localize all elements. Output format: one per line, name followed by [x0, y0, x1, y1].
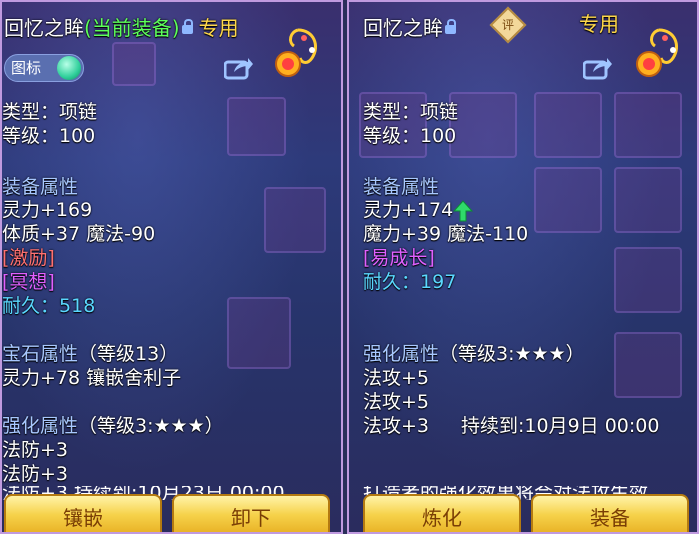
enhance-line: 法攻+5	[363, 391, 430, 413]
refine-button[interactable]: 炼化	[363, 494, 521, 532]
gem-attr: 宝石属性（等级13）	[2, 342, 178, 366]
item-type: 类型：项链	[363, 101, 459, 123]
necklace-icon	[636, 28, 678, 77]
equip-button[interactable]: 装备	[531, 494, 689, 532]
lock-icon	[445, 19, 456, 34]
item-level: 等级：100	[363, 125, 457, 147]
gem-line: 灵力+78 镶嵌舍利子	[2, 367, 182, 389]
arrow-up-icon	[453, 199, 474, 221]
toggle-knob	[57, 56, 81, 80]
bg-slot	[534, 92, 602, 158]
stat-spirit: 灵力+174	[363, 198, 474, 222]
durability: 耐久：518	[2, 294, 95, 318]
item-title: 回忆之眸	[363, 16, 458, 40]
enhance-header: 强化属性	[363, 343, 440, 365]
durability-label: 耐久：	[363, 271, 421, 293]
bg-slot	[614, 247, 682, 313]
lock-icon	[181, 19, 193, 34]
enhance-header: 强化属性	[2, 415, 79, 437]
equip-attr-header: 装备属性	[363, 176, 440, 198]
item-level: 等级：100	[2, 125, 96, 147]
item-type: 类型：项链	[2, 101, 98, 123]
item-tooltip-compare: 回忆之眸 评 专用 类型：项链 等级：100 装备属性 灵力+174 魔力+39…	[347, 0, 699, 534]
enhance-expiry: 持续到:10月9日 00:00	[461, 415, 660, 437]
bg-slot	[449, 92, 517, 158]
inlay-button[interactable]: 镶嵌	[4, 494, 162, 532]
special-effect: [激励]	[2, 247, 55, 269]
exclusive-label: 专用	[198, 16, 239, 40]
durability-label: 耐久：	[2, 295, 60, 317]
enhance-level: （等级3:★★★）	[78, 415, 224, 437]
gem-header: 宝石属性	[2, 343, 79, 365]
stat-constitution: 体质+37 魔法-90	[2, 223, 156, 245]
bg-slot	[264, 187, 326, 253]
equipped-tag: (当前装备)	[84, 16, 180, 40]
special-skill: [冥想]	[2, 271, 55, 293]
bg-slot	[614, 332, 682, 398]
enhance-level: （等级3:★★★）	[439, 343, 585, 365]
durability: 耐久：197	[363, 270, 456, 294]
unequip-button[interactable]: 卸下	[172, 494, 330, 532]
share-icon[interactable]	[224, 56, 254, 80]
bg-slot	[614, 167, 682, 233]
enhance-line: 法防+3	[2, 463, 69, 485]
bg-slot	[534, 167, 602, 233]
icon-toggle[interactable]: 图标	[4, 54, 84, 82]
item-tooltip-current: 回忆之眸(当前装备) 专用 图标 类型：项链 等级：100 装备属性 灵力+169…	[0, 0, 343, 534]
gem-level: （等级13）	[78, 343, 179, 365]
enhance-line: 法攻+5	[363, 367, 430, 389]
bg-slot	[227, 297, 291, 369]
durability-value: 518	[59, 295, 96, 317]
rate-badge[interactable]: 评	[489, 6, 527, 44]
item-title: 回忆之眸(当前装备) 专用	[4, 16, 239, 40]
durability-value: 197	[420, 271, 457, 293]
toggle-label: 图标	[11, 59, 42, 77]
bg-slot	[112, 42, 156, 86]
enhance-attr: 强化属性（等级3:★★★）	[2, 414, 224, 438]
equip-attr-header: 装备属性	[2, 176, 79, 198]
special-effect: [易成长]	[363, 247, 435, 269]
necklace-icon	[275, 28, 317, 77]
enhance-value: 法攻+3	[363, 415, 430, 437]
enhance-attr: 强化属性（等级3:★★★）	[363, 342, 585, 366]
enhance-line: 法防+3	[2, 439, 69, 461]
stat-spirit-value: 灵力+174	[363, 199, 454, 221]
enhance-line-timed: 法攻+3 持续到:10月9日 00:00	[363, 414, 659, 438]
bg-slot	[227, 97, 286, 156]
bg-slot	[614, 92, 682, 158]
stat-spirit: 灵力+169	[2, 199, 93, 221]
exclusive-label: 专用	[579, 12, 619, 36]
share-icon[interactable]	[583, 56, 613, 80]
stat-magic: 魔力+39 魔法-110	[363, 223, 529, 245]
